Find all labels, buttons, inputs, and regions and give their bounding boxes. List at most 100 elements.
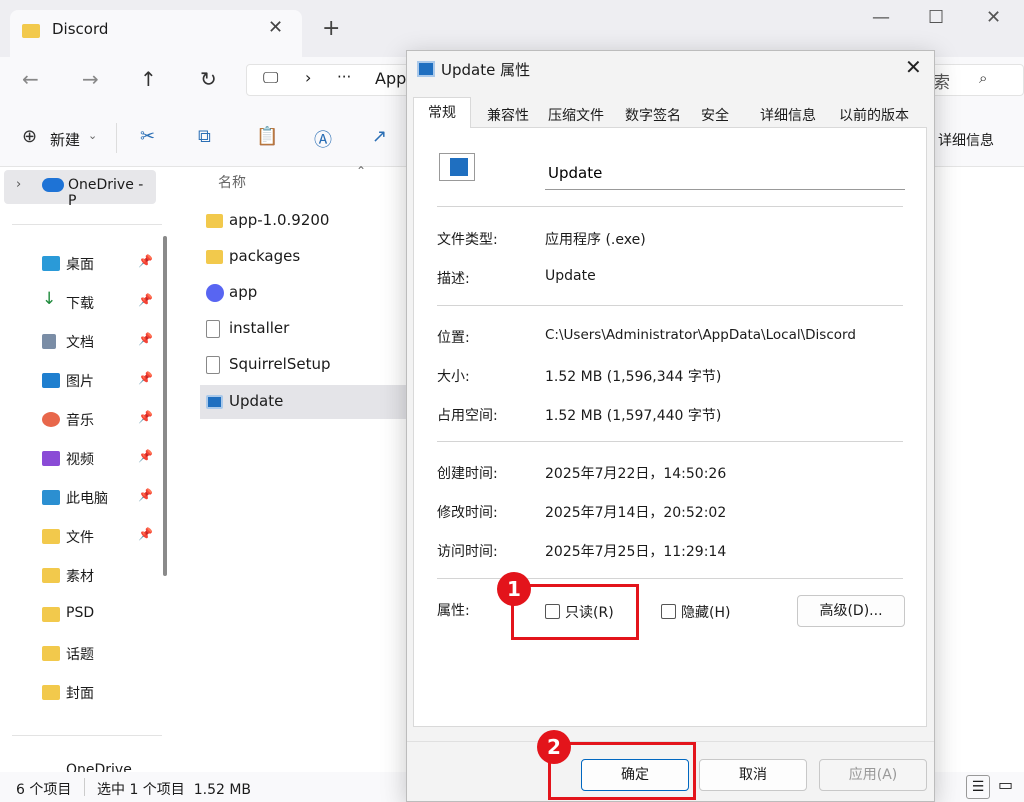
up-arrow-icon[interactable]: ↑ bbox=[140, 67, 157, 91]
address-bar[interactable]: 🖵 › ··· App bbox=[246, 64, 426, 96]
tab-compatibility[interactable]: 兼容性 bbox=[477, 101, 539, 127]
new-button[interactable]: 新建 bbox=[50, 129, 80, 150]
sidebar-item-downloads[interactable]: ↓ 下载 📌 bbox=[0, 285, 160, 321]
file-large-icon bbox=[439, 153, 475, 181]
pin-icon: 📌 bbox=[138, 332, 153, 346]
size-value: 1.52 MB (1,596,344 字节) bbox=[545, 369, 722, 385]
pin-icon: 📌 bbox=[138, 254, 153, 268]
folder-icon bbox=[42, 646, 60, 661]
share-icon[interactable]: ↗ bbox=[372, 126, 387, 147]
annotation-badge-2: 2 bbox=[537, 730, 571, 764]
expand-chevron-icon[interactable]: › bbox=[16, 177, 21, 192]
cancel-button[interactable]: 取消 bbox=[699, 759, 807, 791]
document-icon bbox=[42, 334, 56, 349]
pin-icon: 📌 bbox=[138, 410, 153, 424]
video-icon bbox=[42, 451, 60, 466]
sidebar-divider bbox=[12, 735, 162, 736]
search-icon[interactable]: ⌕ bbox=[979, 69, 987, 87]
chevron-right-icon: › bbox=[305, 68, 312, 87]
hidden-checkbox[interactable] bbox=[661, 604, 676, 619]
paste-icon[interactable]: 📋 bbox=[256, 126, 278, 147]
copy-icon[interactable]: ⧉ bbox=[198, 126, 211, 147]
sidebar-item-materials[interactable]: 素材 bbox=[0, 558, 160, 594]
apply-button[interactable]: 应用(A) bbox=[819, 759, 927, 791]
chevron-down-icon[interactable]: ⌄ bbox=[88, 129, 97, 142]
sidebar-item-desktop[interactable]: 桌面 📌 bbox=[0, 246, 160, 282]
file-name: installer bbox=[229, 319, 290, 337]
cloud-icon bbox=[42, 178, 64, 192]
details-button[interactable]: 详细信息 bbox=[938, 130, 994, 150]
sidebar-item-label: 图片 bbox=[66, 374, 94, 390]
advanced-button[interactable]: 高级(D)... bbox=[797, 595, 905, 627]
file-type-value: 应用程序 (.exe) bbox=[545, 232, 646, 248]
separator bbox=[437, 441, 903, 442]
file-row[interactable]: packages bbox=[200, 240, 410, 274]
sidebar-scrollbar[interactable] bbox=[163, 236, 167, 576]
back-arrow-icon[interactable]: ← bbox=[22, 67, 39, 91]
picture-icon bbox=[42, 373, 60, 388]
sidebar-item-documents[interactable]: 文档 📌 bbox=[0, 324, 160, 360]
folder-icon bbox=[206, 250, 223, 264]
sidebar-item-topics[interactable]: 话题 bbox=[0, 636, 160, 672]
refresh-icon[interactable]: ↻ bbox=[200, 67, 217, 91]
cut-icon[interactable]: ✂ bbox=[140, 126, 155, 147]
tab-archive[interactable]: 压缩文件 bbox=[541, 101, 611, 127]
file-row[interactable]: app bbox=[200, 276, 410, 310]
sidebar-item-videos[interactable]: 视频 📌 bbox=[0, 441, 160, 477]
file-icon bbox=[206, 356, 220, 374]
file-row[interactable]: app-1.0.9200 bbox=[200, 204, 410, 238]
tab-digital-signature[interactable]: 数字签名 bbox=[617, 101, 689, 127]
sidebar-item-music[interactable]: 音乐 📌 bbox=[0, 402, 160, 438]
sidebar-item-psd[interactable]: PSD bbox=[0, 597, 160, 633]
file-row[interactable]: SquirrelSetup bbox=[200, 348, 410, 382]
tab-security[interactable]: 安全 bbox=[693, 101, 737, 127]
general-tab-panel bbox=[413, 127, 927, 727]
discord-icon bbox=[206, 284, 224, 302]
location-value: C:\Users\Administrator\AppData\Local\Dis… bbox=[545, 327, 856, 343]
folder-icon bbox=[42, 607, 60, 622]
location-label: 位置: bbox=[437, 330, 470, 346]
close-tab-icon[interactable]: ✕ bbox=[268, 17, 283, 38]
sidebar-item-onedrive[interactable]: OneDrive bbox=[66, 763, 132, 772]
sidebar-item-onedrive-selected[interactable]: › OneDrive - P bbox=[4, 170, 156, 209]
more-path-button[interactable]: ··· bbox=[337, 68, 351, 86]
plus-icon[interactable]: ⊕ bbox=[22, 126, 37, 147]
file-type-label: 文件类型: bbox=[437, 232, 498, 248]
search-box[interactable]: 索 ⌕ bbox=[928, 64, 1024, 96]
sidebar-item-covers[interactable]: 封面 bbox=[0, 675, 160, 711]
sidebar-item-label: 封面 bbox=[66, 686, 94, 702]
toolbar-divider bbox=[116, 123, 117, 153]
tab-previous-versions[interactable]: 以前的版本 bbox=[831, 101, 917, 127]
description-value: Update bbox=[545, 268, 596, 284]
close-window-button[interactable]: ✕ bbox=[986, 7, 1001, 28]
rename-icon[interactable]: Ⓐ bbox=[314, 126, 332, 152]
exe-icon bbox=[206, 395, 223, 409]
details-view-icon[interactable]: ☰ bbox=[966, 775, 990, 799]
maximize-button[interactable]: ☐ bbox=[928, 7, 944, 28]
sidebar-item-this-pc[interactable]: 此电脑 📌 bbox=[0, 480, 160, 516]
filename-input[interactable] bbox=[545, 156, 905, 190]
hidden-label[interactable]: 隐藏(H) bbox=[681, 602, 730, 622]
size-on-disk-label: 占用空间: bbox=[437, 408, 498, 424]
file-icon bbox=[206, 320, 220, 338]
sidebar-item-files[interactable]: 文件 📌 bbox=[0, 519, 160, 555]
sidebar-item-pictures[interactable]: 图片 📌 bbox=[0, 363, 160, 399]
sidebar-item-label: 话题 bbox=[66, 647, 94, 663]
close-dialog-button[interactable]: ✕ bbox=[905, 55, 922, 79]
new-tab-button[interactable]: + bbox=[322, 16, 340, 41]
created-label: 创建时间: bbox=[437, 466, 498, 482]
minimize-button[interactable]: — bbox=[872, 7, 890, 28]
file-row[interactable]: installer bbox=[200, 312, 410, 346]
pin-icon: 📌 bbox=[138, 371, 153, 385]
file-name: Update bbox=[229, 392, 284, 410]
tiles-view-icon[interactable]: ▭ bbox=[998, 775, 1013, 794]
status-divider bbox=[84, 778, 85, 796]
column-header-name[interactable]: 名称 bbox=[218, 172, 246, 192]
tab-general[interactable]: 常规 bbox=[413, 97, 471, 128]
forward-arrow-icon[interactable]: → bbox=[82, 67, 99, 91]
sort-chevron-icon[interactable]: ⌃ bbox=[356, 164, 366, 178]
file-row[interactable]: Update bbox=[200, 385, 410, 419]
tab-details[interactable]: 详细信息 bbox=[753, 101, 823, 127]
explorer-tab[interactable]: Discord ✕ bbox=[10, 10, 302, 57]
accessed-value: 2025年7月25日，11:29:14 bbox=[545, 544, 727, 560]
